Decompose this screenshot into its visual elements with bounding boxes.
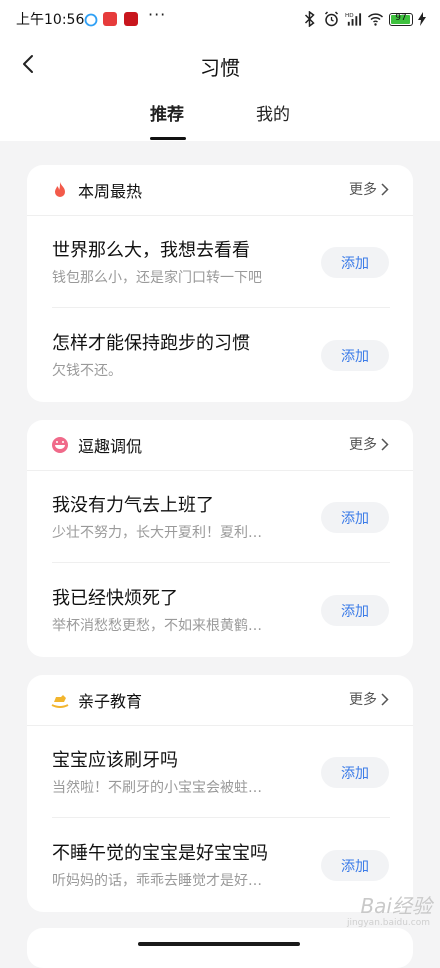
nav-bar: 习惯 [0, 40, 440, 90]
status-bar: 上午10:56 ··· HD 97 [0, 0, 440, 40]
section-card-funny: 逗趣调侃 更多 我没有力气去上班了 少壮不努力，长大开夏利！夏利… 添加 我已经… [27, 420, 413, 657]
section-title: 本周最热 [78, 182, 143, 201]
charging-icon [418, 12, 426, 26]
more-link[interactable]: 更多 [349, 434, 389, 454]
list-item[interactable]: 怎样才能保持跑步的习惯 欠钱不还。 添加 [27, 308, 413, 401]
list-item[interactable]: 我已经快烦死了 举杯消愁愁更愁，不如来根黄鹤… 添加 [27, 563, 413, 656]
add-button[interactable]: 添加 [321, 502, 389, 533]
rocking-horse-icon [51, 695, 69, 708]
section-header: 逗趣调侃 更多 [27, 420, 413, 471]
home-indicator[interactable] [138, 942, 300, 946]
item-subtitle: 欠钱不还。 [52, 363, 122, 379]
more-link[interactable]: 更多 [349, 179, 389, 199]
notification-chat-icon [84, 12, 98, 27]
item-title: 世界那么大，我想去看看 [52, 240, 250, 261]
tab-bar: 推荐 我的 [0, 100, 440, 141]
wifi-icon [367, 13, 384, 26]
active-tab-indicator [150, 137, 186, 140]
watermark-logo: Bai经验 [360, 894, 432, 918]
section-title: 逗趣调侃 [78, 437, 143, 456]
list-item[interactable]: 我没有力气去上班了 少壮不努力，长大开夏利！夏利… 添加 [27, 470, 413, 563]
notification-gallery-icon [103, 12, 117, 26]
item-subtitle: 钱包那么小，还是家门口转一下吧 [52, 270, 262, 286]
item-subtitle: 举杯消愁愁更愁，不如来根黄鹤… [52, 618, 262, 634]
add-button[interactable]: 添加 [321, 595, 389, 626]
notification-app-icon [124, 12, 138, 26]
signal-type-label: HD [345, 13, 354, 19]
tab-recommend[interactable]: 推荐 [150, 100, 184, 125]
battery-icon: 97 [389, 12, 413, 26]
section-card-hot: 本周最热 更多 世界那么大，我想去看看 钱包那么小，还是家门口转一下吧 添加 怎… [27, 165, 413, 402]
chevron-right-icon [381, 692, 389, 706]
list-item[interactable]: 宝宝应该刷牙吗 当然啦！不刷牙的小宝宝会被蛀… 添加 [27, 725, 413, 818]
add-button[interactable]: 添加 [321, 247, 389, 278]
item-title: 不睡午觉的宝宝是好宝宝吗 [52, 843, 268, 864]
status-time: 上午10:56 [16, 12, 85, 28]
item-subtitle: 少壮不努力，长大开夏利！夏利… [52, 525, 262, 541]
item-title: 宝宝应该刷牙吗 [52, 750, 178, 771]
list-item[interactable]: 不睡午觉的宝宝是好宝宝吗 听妈妈的话，乖乖去睡觉才是好… 添加 [27, 818, 413, 911]
bluetooth-icon [304, 11, 315, 27]
section-title: 亲子教育 [78, 692, 143, 711]
page-title: 习惯 [200, 56, 240, 80]
item-title: 我没有力气去上班了 [52, 495, 214, 516]
section-card-partial [27, 928, 413, 968]
item-title: 我已经快烦死了 [52, 588, 178, 609]
more-label: 更多 [349, 437, 377, 453]
flame-icon [55, 182, 65, 197]
section-card-parenting: 亲子教育 更多 宝宝应该刷牙吗 当然啦！不刷牙的小宝宝会被蛀… 添加 不睡午觉的… [27, 675, 413, 912]
cell-signal-icon: HD [345, 13, 362, 26]
chevron-right-icon [381, 437, 389, 451]
add-button[interactable]: 添加 [321, 340, 389, 371]
grin-face-icon [52, 437, 68, 453]
item-title: 怎样才能保持跑步的习惯 [52, 333, 250, 354]
status-more-icon: ··· [148, 5, 167, 24]
item-subtitle: 听妈妈的话，乖乖去睡觉才是好… [52, 873, 262, 889]
more-label: 更多 [349, 182, 377, 198]
list-item[interactable]: 世界那么大，我想去看看 钱包那么小，还是家门口转一下吧 添加 [27, 215, 413, 308]
add-button[interactable]: 添加 [321, 850, 389, 881]
section-header: 本周最热 更多 [27, 165, 413, 216]
more-label: 更多 [349, 692, 377, 708]
watermark-url: jingyan.baidu.com [346, 918, 430, 928]
add-button[interactable]: 添加 [321, 757, 389, 788]
section-header: 亲子教育 更多 [27, 675, 413, 726]
chevron-right-icon [381, 182, 389, 196]
more-link[interactable]: 更多 [349, 689, 389, 709]
tab-mine[interactable]: 我的 [256, 100, 290, 125]
item-subtitle: 当然啦！不刷牙的小宝宝会被蛀… [52, 780, 262, 796]
battery-level: 97 [395, 12, 407, 23]
alarm-icon [324, 11, 339, 27]
